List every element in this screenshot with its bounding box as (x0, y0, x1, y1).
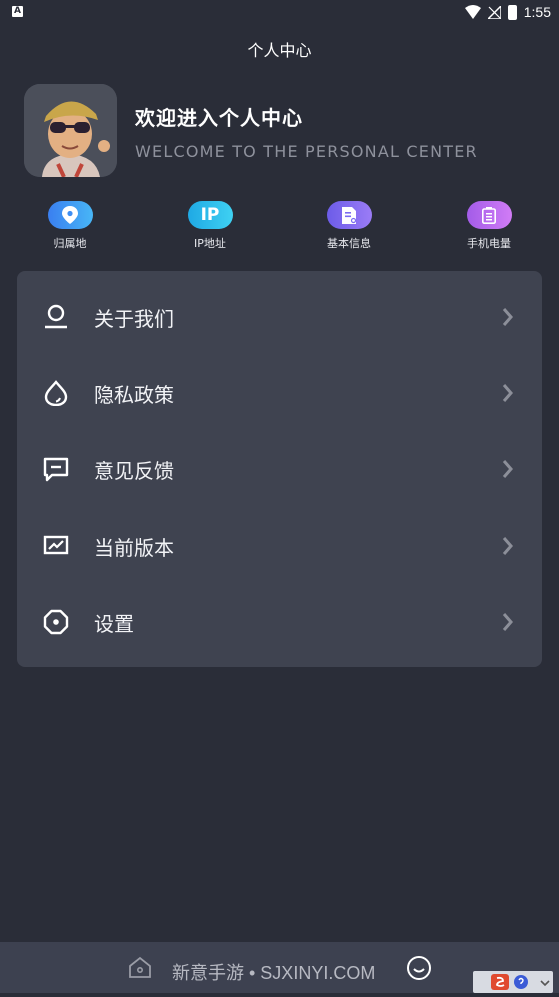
chevron-right-icon (502, 537, 513, 555)
drop-icon (44, 380, 68, 406)
ip-icon: IP (187, 201, 233, 229)
quick-action-label: 归属地 (53, 237, 87, 250)
quick-action-label: 基本信息 (327, 237, 371, 250)
quick-action-ip[interactable]: IP IP地址 (170, 201, 250, 251)
ime-icons (491, 974, 550, 990)
status-time: 1:55 (523, 4, 551, 20)
menu-item-label: 当前版本 (94, 535, 174, 560)
welcome-title: 欢迎进入个人中心 (135, 106, 303, 130)
person-icon (45, 304, 67, 329)
settings-icon (43, 609, 69, 635)
watermark-text: 新意手游 • SJXINYI.COM (172, 963, 376, 983)
menu-item-label: 意见反馈 (94, 458, 174, 483)
quick-action-location[interactable]: 归属地 (30, 201, 110, 251)
wifi-icon (464, 5, 481, 19)
welcome-subtitle: WELCOME TO THE PERSONAL CENTER (135, 142, 478, 161)
menu-item-feedback[interactable]: 意见反馈 (17, 439, 542, 499)
chart-icon (43, 535, 69, 555)
menu-item-label: 设置 (94, 611, 134, 636)
location-pin-icon (47, 201, 93, 229)
ime-toolbar[interactable] (473, 971, 553, 993)
signal-icon (487, 5, 501, 19)
menu-item-privacy[interactable]: 隐私政策 (17, 363, 542, 423)
quick-action-info[interactable]: 基本信息 (309, 201, 389, 251)
chevron-right-icon (502, 613, 513, 631)
battery-icon (466, 201, 512, 229)
menu-item-label: 关于我们 (94, 306, 174, 331)
avatar[interactable] (24, 84, 117, 177)
document-icon (326, 201, 372, 229)
quick-action-battery[interactable]: 手机电量 (449, 201, 529, 251)
menu-card: 关于我们 隐私政策 意见反馈 当前版本 设置 (17, 271, 542, 667)
status-bar: A 1:55 (0, 0, 559, 24)
page-title: 个人中心 (247, 41, 312, 60)
chevron-right-icon (502, 308, 513, 326)
smile-icon (407, 956, 431, 980)
avatar-illustration (24, 84, 117, 177)
menu-item-label: 隐私政策 (94, 382, 174, 407)
menu-item-about[interactable]: 关于我们 (17, 287, 542, 347)
home-icon (129, 956, 151, 978)
quick-action-label: 手机电量 (467, 237, 511, 250)
app-notification-icon: A (12, 6, 23, 17)
menu-item-version[interactable]: 当前版本 (17, 516, 542, 576)
chevron-right-icon (502, 460, 513, 478)
chevron-right-icon (502, 384, 513, 402)
ip-icon-text: IP (200, 205, 220, 225)
quick-action-label: IP地址 (194, 237, 226, 250)
battery-icon (507, 4, 517, 20)
chat-icon (43, 457, 69, 482)
menu-item-settings[interactable]: 设置 (17, 592, 542, 652)
